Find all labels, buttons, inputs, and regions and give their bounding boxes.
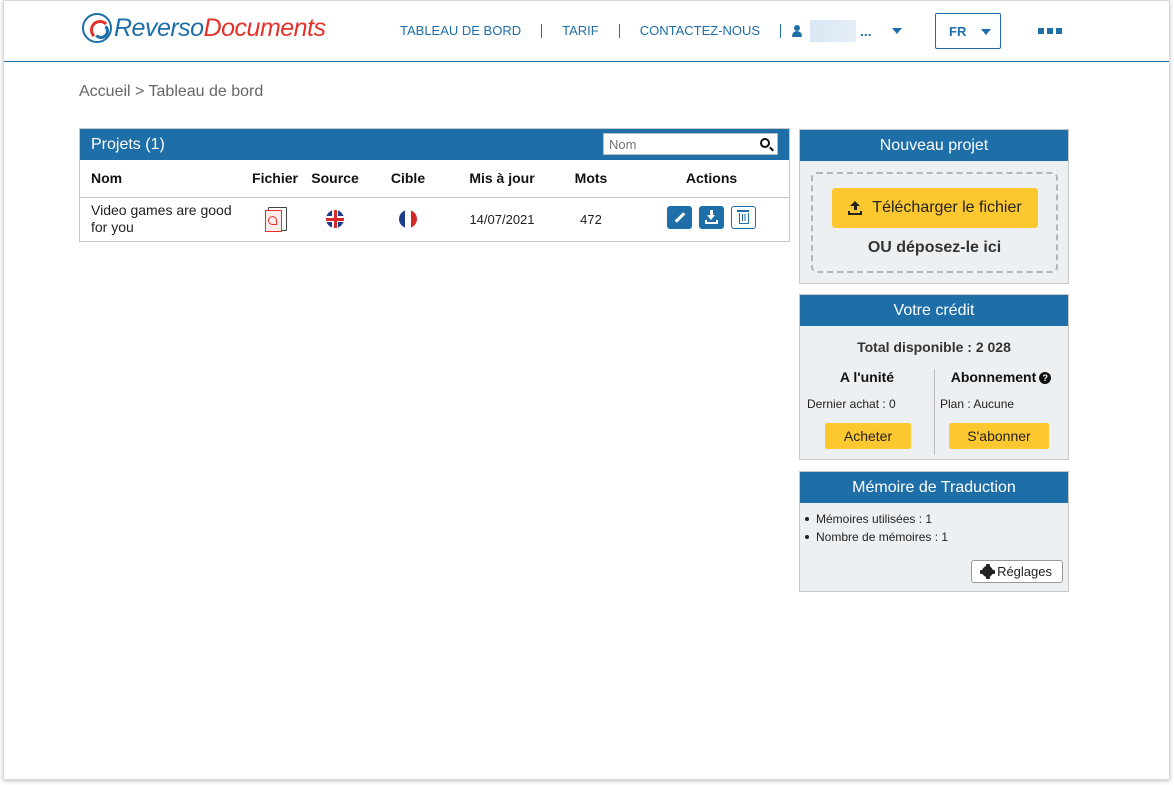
projects-panel: Projets (1) Nom Fichier Source Cible Mis… [79, 128, 790, 242]
delete-button[interactable] [731, 206, 756, 230]
column-header-source: Source [310, 160, 360, 198]
chevron-down-icon [981, 29, 991, 35]
credit-panel: Votre crédit Total disponible : 2 028 A … [799, 294, 1069, 460]
column-header-actions: Actions [634, 160, 789, 198]
credit-total: Total disponible : 2 028 [857, 339, 1011, 355]
new-project-panel: Nouveau projet Télécharger le fichier OU… [799, 129, 1069, 284]
buy-button[interactable]: Acheter [825, 423, 911, 449]
reverso-logo-icon [82, 13, 112, 43]
trash-icon [737, 210, 749, 225]
source-cell [310, 197, 360, 241]
project-search [603, 133, 778, 155]
search-icon[interactable] [760, 138, 770, 148]
translation-memory-panel: Mémoire de Traduction Mémoires utilisées… [799, 471, 1069, 592]
column-header-words[interactable]: Mots [548, 160, 634, 198]
language-select[interactable]: FR [935, 13, 1001, 49]
column-header-target: Cible [360, 160, 456, 198]
download-icon [705, 210, 718, 225]
nav-divider [541, 23, 543, 38]
upload-file-label: Télécharger le fichier [872, 199, 1022, 216]
word-count: 472 [580, 211, 602, 227]
column-header-name[interactable]: Nom [80, 160, 240, 198]
pdf-file-icon[interactable] [265, 207, 287, 233]
credit-title: Votre crédit [800, 295, 1068, 326]
download-button[interactable] [699, 206, 724, 230]
file-cell [240, 197, 310, 241]
drop-hint: OU déposez-le ici [867, 239, 1002, 256]
user-menu[interactable]: ... [792, 20, 902, 42]
search-input[interactable] [604, 136, 754, 152]
pencil-icon [674, 212, 686, 224]
list-item: Nombre de mémoires : 1 [805, 530, 1068, 544]
upload-file-button[interactable]: Télécharger le fichier [832, 188, 1038, 228]
updated-date: 14/07/2021 [469, 211, 535, 227]
logo-text-documents: Documents [203, 13, 326, 42]
main-nav: TABLEAU DE BORD TARIF CONTACTEZ-NOUS [400, 23, 801, 38]
breadcrumb[interactable]: Accueil > Tableau de bord [79, 83, 263, 101]
nav-contact-link[interactable]: CONTACTEZ-NOUS [640, 23, 760, 38]
nav-pricing-link[interactable]: TARIF [562, 23, 599, 38]
column-header-updated[interactable]: Mis à jour [456, 160, 548, 198]
user-name-redacted [810, 20, 856, 42]
project-name[interactable]: Video games are good for you [80, 197, 240, 241]
user-name-ellipsis: ... [860, 23, 872, 39]
table-header-row: Nom Fichier Source Cible Mis à jour Mots… [80, 160, 789, 198]
unit-purchase-column: A l'unité Dernier achat : 0 Acheter [800, 369, 934, 455]
last-purchase-info: Dernier achat : 0 [807, 397, 896, 411]
settings-button[interactable]: Réglages [971, 560, 1063, 583]
top-header: Reverso Documents TABLEAU DE BORD TARIF … [4, 1, 1169, 62]
gear-icon [980, 564, 996, 579]
settings-label: Réglages [997, 564, 1052, 579]
target-cell [360, 197, 456, 241]
upload-icon [848, 201, 863, 215]
edit-button[interactable] [667, 206, 692, 230]
subscribe-button[interactable]: S'abonner [949, 423, 1049, 449]
reverso-logo[interactable]: Reverso Documents [82, 13, 326, 43]
memory-stats-list: Mémoires utilisées : 1 Nombre de mémoire… [800, 503, 1068, 544]
file-drop-zone[interactable]: Télécharger le fichier OU déposez-le ici [811, 172, 1058, 273]
logo-text-reverso: Reverso [114, 13, 204, 42]
projects-title: Projets (1) [91, 135, 165, 153]
nav-dashboard-link[interactable]: TABLEAU DE BORD [400, 23, 521, 38]
subscription-column: Abonnement? Plan : Aucune S'abonner [934, 369, 1068, 455]
browser-frame: Reverso Documents TABLEAU DE BORD TARIF … [3, 0, 1170, 780]
nav-divider [780, 23, 782, 38]
list-item: Mémoires utilisées : 1 [805, 512, 1068, 526]
nav-divider [618, 23, 620, 38]
actions-cell [634, 197, 789, 241]
help-icon[interactable]: ? [1039, 372, 1052, 385]
chevron-down-icon [891, 28, 902, 34]
unit-title: A l'unité [839, 369, 895, 385]
user-icon [792, 25, 802, 37]
projects-header: Projets (1) [80, 129, 789, 160]
subscription-title: Abonnement? [934, 369, 1068, 385]
new-project-title: Nouveau projet [800, 130, 1068, 161]
uk-flag-icon [326, 210, 344, 229]
credit-options: A l'unité Dernier achat : 0 Acheter Abon… [800, 369, 1068, 455]
projects-table: Nom Fichier Source Cible Mis à jour Mots… [80, 160, 789, 241]
more-menu-icon[interactable] [1038, 28, 1062, 34]
language-value: FR [949, 23, 967, 39]
translation-memory-title: Mémoire de Traduction [800, 472, 1068, 503]
plan-info: Plan : Aucune [940, 397, 1015, 411]
france-flag-icon [399, 210, 417, 229]
column-header-file: Fichier [240, 160, 310, 198]
table-row: Video games are good for you 14/07/2021 … [80, 197, 789, 241]
